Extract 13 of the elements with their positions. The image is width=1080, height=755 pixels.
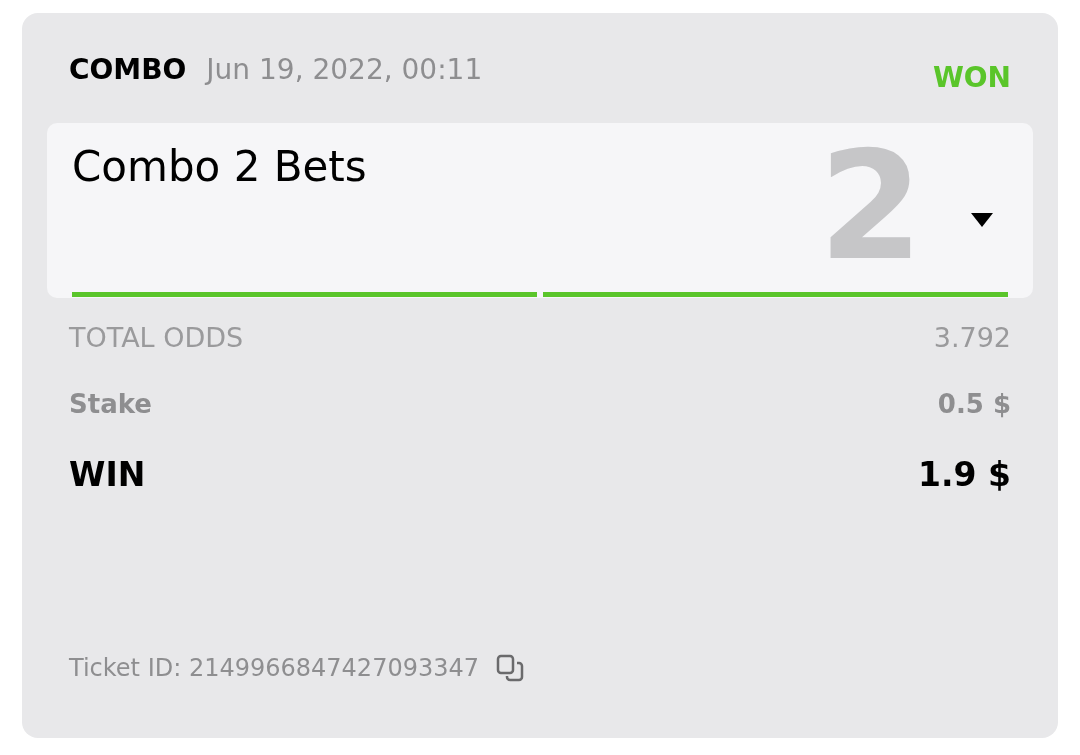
bet-title: Combo 2 Bets: [72, 141, 368, 193]
bet-type: COMBO: [69, 52, 187, 88]
summary-value: 1.9 $: [918, 453, 1011, 496]
bet-date: Jun 19, 2022, 00:11: [206, 52, 483, 88]
ticket-id: Ticket ID: 2149966847427093347: [69, 653, 480, 684]
bet-status: WON: [932, 60, 1011, 96]
summary-label: WIN: [69, 453, 146, 496]
summary-label: TOTAL ODDS: [69, 321, 244, 355]
summary-label: Stake: [69, 387, 152, 421]
summary-value: 3.792: [933, 321, 1011, 355]
copy-icon[interactable]: [495, 653, 526, 683]
summary-value: 0.5 $: [937, 387, 1011, 421]
caret-down-icon[interactable]: [971, 213, 993, 227]
